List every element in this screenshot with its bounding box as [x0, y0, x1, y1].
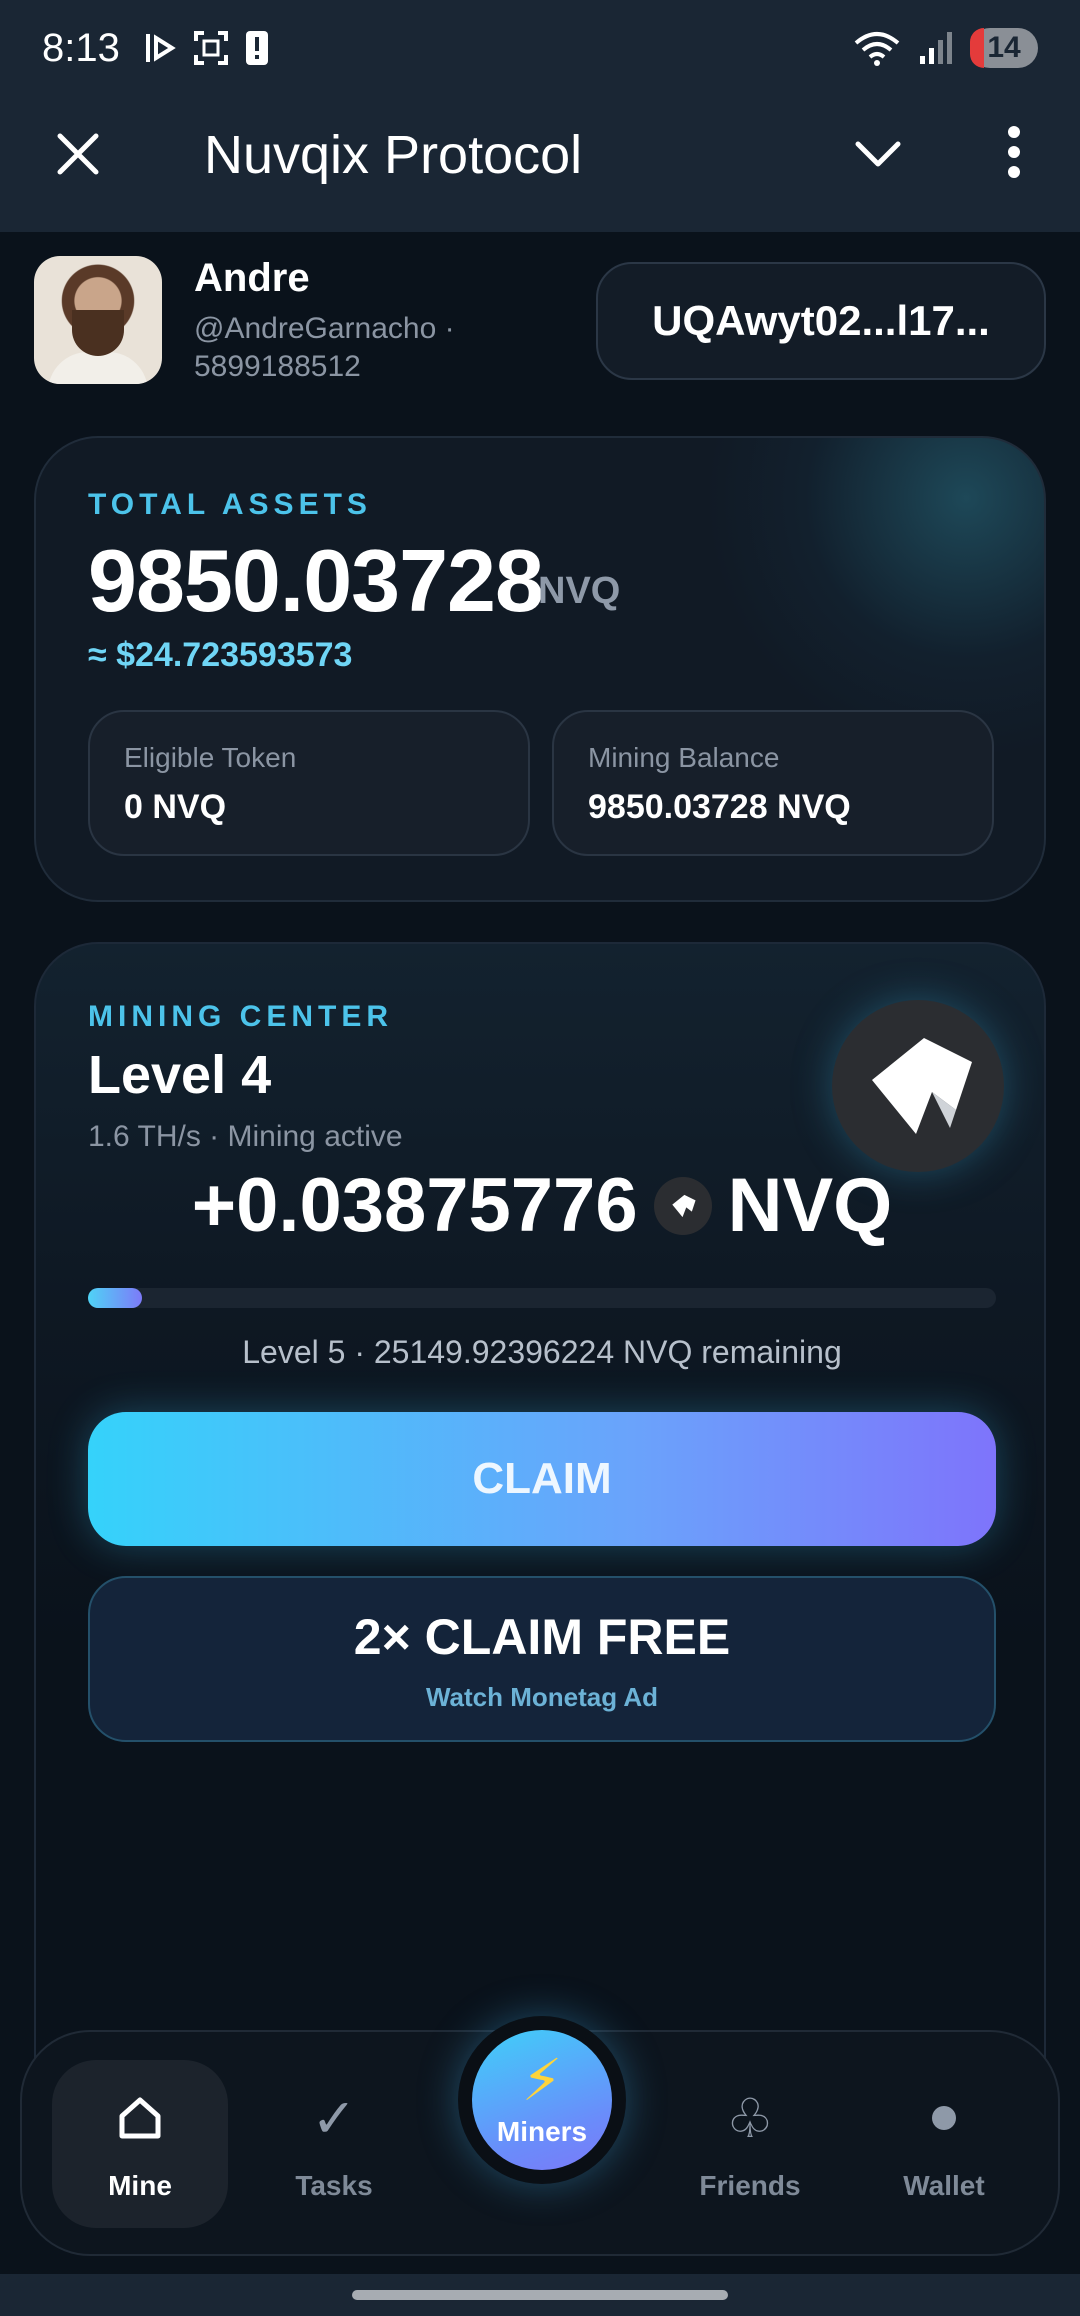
nav-label-mine: Mine [108, 2170, 172, 2201]
user-id: 5899188512 [194, 350, 361, 383]
avatar-beard [72, 310, 124, 356]
double-claim-subtitle: Watch Monetag Ad [425, 1682, 659, 1712]
play-icon [145, 34, 176, 62]
check-icon: ✓ [311, 2088, 357, 2149]
double-claim-button[interactable]: 2× CLAIM FREE Watch Monetag Ad [88, 1576, 996, 1742]
profile-row: Andre @AndreGarnacho · 5899188512 UQAwyt… [34, 256, 1046, 386]
mining-counter-value: +0.03875776 [191, 1163, 638, 1248]
nav-item-tasks[interactable]: ✓ Tasks [246, 2060, 422, 2228]
mining-balance-label: Mining Balance [588, 742, 780, 773]
eligible-token-card: Eligible Token 0 NVQ [88, 710, 530, 856]
wallet-address-chip[interactable]: UQAwyt02...l17... [596, 262, 1046, 380]
nvq-logo-icon [832, 1000, 1004, 1172]
eligible-token-label: Eligible Token [124, 742, 297, 773]
home-icon [52, 2090, 228, 2146]
total-assets-unit: NVQ [538, 570, 621, 612]
close-button[interactable] [50, 126, 106, 182]
nav-item-friends[interactable]: ♧ Friends [662, 2060, 838, 2228]
nav-label-tasks: Tasks [295, 2170, 373, 2201]
circle-icon [856, 2090, 1032, 2146]
more-menu-button[interactable] [994, 118, 1034, 186]
level-progress-fill [88, 1288, 143, 1308]
mining-balance-value: 9850.03728 NVQ [588, 788, 851, 826]
level-progress-bar [88, 1288, 996, 1308]
lightning-icon: ⚡ [521, 2048, 563, 2113]
miners-button-circle: ⚡ Miners [472, 2030, 612, 2170]
nav-label-wallet: Wallet [903, 2170, 985, 2201]
wallet-address: UQAwyt02...l17... [652, 297, 990, 344]
mining-center-label: MINING CENTER [88, 1000, 393, 1033]
nvq-coin-icon [653, 1176, 712, 1235]
app-header: Nuvqix Protocol [0, 96, 1080, 232]
battery-level: 14 [987, 31, 1021, 64]
bottom-nav: Mine ✓ Tasks ⚡ Miners ♧ Friends Wallet [20, 2016, 1060, 2256]
nav-item-wallet[interactable]: Wallet [856, 2060, 1032, 2228]
app-title: Nuvqix Protocol [204, 125, 583, 185]
user-handle: @AndreGarnacho · 5899188512 [194, 310, 494, 386]
home-indicator-handle[interactable] [352, 2290, 728, 2300]
mining-counter: +0.03875776 NVQ [36, 1162, 1048, 1249]
chevron-down-icon [855, 141, 901, 167]
more-vertical-icon [1008, 126, 1020, 178]
total-assets-card: TOTAL ASSETS 9850.03728 NVQ ≈ $24.723593… [34, 436, 1046, 902]
signal-icon [920, 32, 952, 64]
double-claim-title: 2× CLAIM FREE [353, 1609, 731, 1665]
status-bar: 8:13 14 [0, 0, 1080, 96]
mining-rate-status: 1.6 TH/s · Mining active [88, 1120, 403, 1153]
nav-label-friends: Friends [699, 2170, 801, 2201]
user-handle-text: @AndreGarnacho · [194, 312, 455, 345]
status-time: 8:13 [42, 25, 120, 70]
collapse-button[interactable] [848, 130, 908, 180]
close-icon [57, 133, 99, 175]
eligible-token-value: 0 NVQ [124, 788, 227, 826]
total-assets-amount: 9850.03728 [88, 531, 544, 630]
status-system-icons: 14 [852, 28, 1038, 68]
mining-center-card: MINING CENTER Level 4 1.6 TH/s · Mining … [34, 942, 1046, 2142]
mining-counter-unit: NVQ [727, 1163, 893, 1248]
user-name: Andre [194, 256, 310, 300]
status-notification-icons [142, 29, 270, 67]
level-progress-text: Level 5 · 25149.92396224 NVQ remaining [242, 1334, 842, 1370]
system-navigation-bar [0, 2274, 1080, 2316]
nav-item-mine[interactable]: Mine [52, 2060, 228, 2228]
mining-level: Level 4 [88, 1045, 272, 1105]
total-assets-usd: ≈ $24.723593573 [88, 636, 353, 674]
screenshot-icon [193, 31, 228, 65]
claim-button[interactable]: CLAIM [88, 1412, 996, 1546]
nav-item-miners[interactable]: ⚡ Miners [458, 2016, 626, 2184]
mining-balance-card: Mining Balance 9850.03728 NVQ [552, 710, 994, 856]
claim-button-label: CLAIM [472, 1454, 612, 1503]
avatar-shoulders [48, 352, 148, 384]
alert-icon [245, 31, 268, 65]
club-icon: ♧ [725, 2088, 775, 2149]
nav-label-miners: Miners [496, 2116, 588, 2147]
battery-indicator: 14 [970, 28, 1038, 68]
wifi-icon [854, 32, 900, 66]
total-assets-label: TOTAL ASSETS [88, 488, 372, 521]
avatar[interactable] [34, 256, 162, 384]
